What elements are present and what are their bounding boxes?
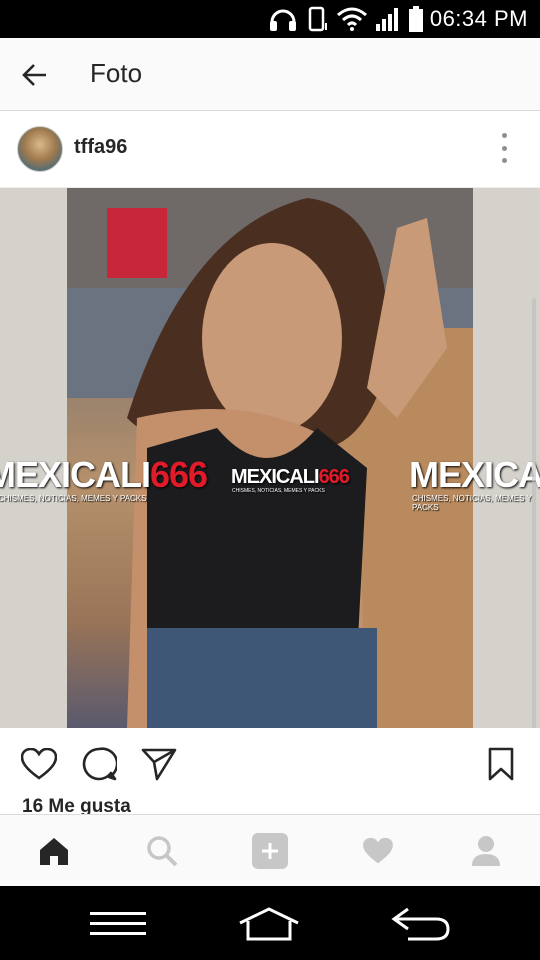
tab-profile[interactable] <box>468 833 504 869</box>
heart-icon <box>21 748 57 780</box>
arrow-left-icon <box>22 64 46 86</box>
more-dot <box>501 158 507 163</box>
likes-count[interactable]: 16 Me gusta <box>22 796 131 816</box>
bookmark-icon <box>488 747 514 781</box>
avatar[interactable] <box>17 126 63 172</box>
status-bar: 06:34 PM <box>0 0 540 38</box>
battery-icon <box>409 6 423 32</box>
watermark-number: 666 <box>318 466 350 488</box>
comment-button[interactable] <box>80 746 118 782</box>
home-nav-icon <box>239 907 299 941</box>
more-dot <box>501 145 507 151</box>
tab-activity[interactable] <box>360 833 396 869</box>
headset-icon <box>270 9 296 31</box>
profile-icon <box>472 836 500 866</box>
tab-add[interactable] <box>252 833 288 869</box>
search-icon <box>147 836 178 867</box>
activity-heart-icon <box>363 837 393 864</box>
page-title: Foto <box>90 58 143 88</box>
post-actions <box>0 728 540 798</box>
watermark-tagline-right: CHISMES, NOTICIAS, MEMES Y PACKS <box>412 494 532 512</box>
signal-icon <box>376 8 398 31</box>
recent-apps-button[interactable] <box>90 904 146 944</box>
system-nav-bar <box>0 886 540 960</box>
watermark-brand: MEXICALI <box>0 454 151 495</box>
tab-home[interactable] <box>36 833 72 869</box>
back-button[interactable] <box>16 56 54 94</box>
back-nav-button[interactable] <box>390 904 452 944</box>
wifi-icon <box>337 7 367 31</box>
watermark-center: MEXICALI666 <box>231 466 350 489</box>
more-options-button[interactable] <box>492 133 516 163</box>
scrollbar[interactable] <box>532 298 536 728</box>
tab-search[interactable] <box>144 833 180 869</box>
home-icon <box>40 838 68 865</box>
status-icons <box>268 4 424 34</box>
more-vertical-icon <box>501 133 507 138</box>
comment-icon <box>82 747 117 781</box>
recent-apps-icon <box>90 912 146 935</box>
share-button[interactable] <box>140 746 178 782</box>
watermark-tagline-left: CHISMES, NOTICIAS, MEMES Y PACKS <box>0 494 147 503</box>
watermark-number: 666 <box>150 454 208 495</box>
bottom-tab-bar <box>0 814 540 887</box>
username-link[interactable]: tffa96 <box>74 136 127 159</box>
home-nav-button[interactable] <box>238 904 300 944</box>
post-photo[interactable]: MEXICALI666 CHISMES, NOTICIAS, MEMES Y P… <box>0 188 540 728</box>
watermark-brand: MEXICALI <box>409 454 540 495</box>
post-header: tffa96 <box>0 111 540 188</box>
watermark-left: MEXICALI666 <box>0 454 208 496</box>
watermark-right: MEXICALI666 <box>409 454 540 496</box>
share-icon <box>141 748 177 781</box>
vibrate-icon <box>308 6 327 32</box>
like-button[interactable] <box>20 746 58 782</box>
back-nav-icon <box>391 907 450 941</box>
watermark-tagline-center: CHISMES, NOTICIAS, MEMES Y PACKS <box>232 488 325 494</box>
app-bar: Foto <box>0 38 540 111</box>
bookmark-button[interactable] <box>482 746 520 782</box>
watermark-brand: MEXICALI <box>231 466 320 488</box>
add-icon <box>252 833 288 869</box>
clock: 06:34 PM <box>429 6 528 31</box>
